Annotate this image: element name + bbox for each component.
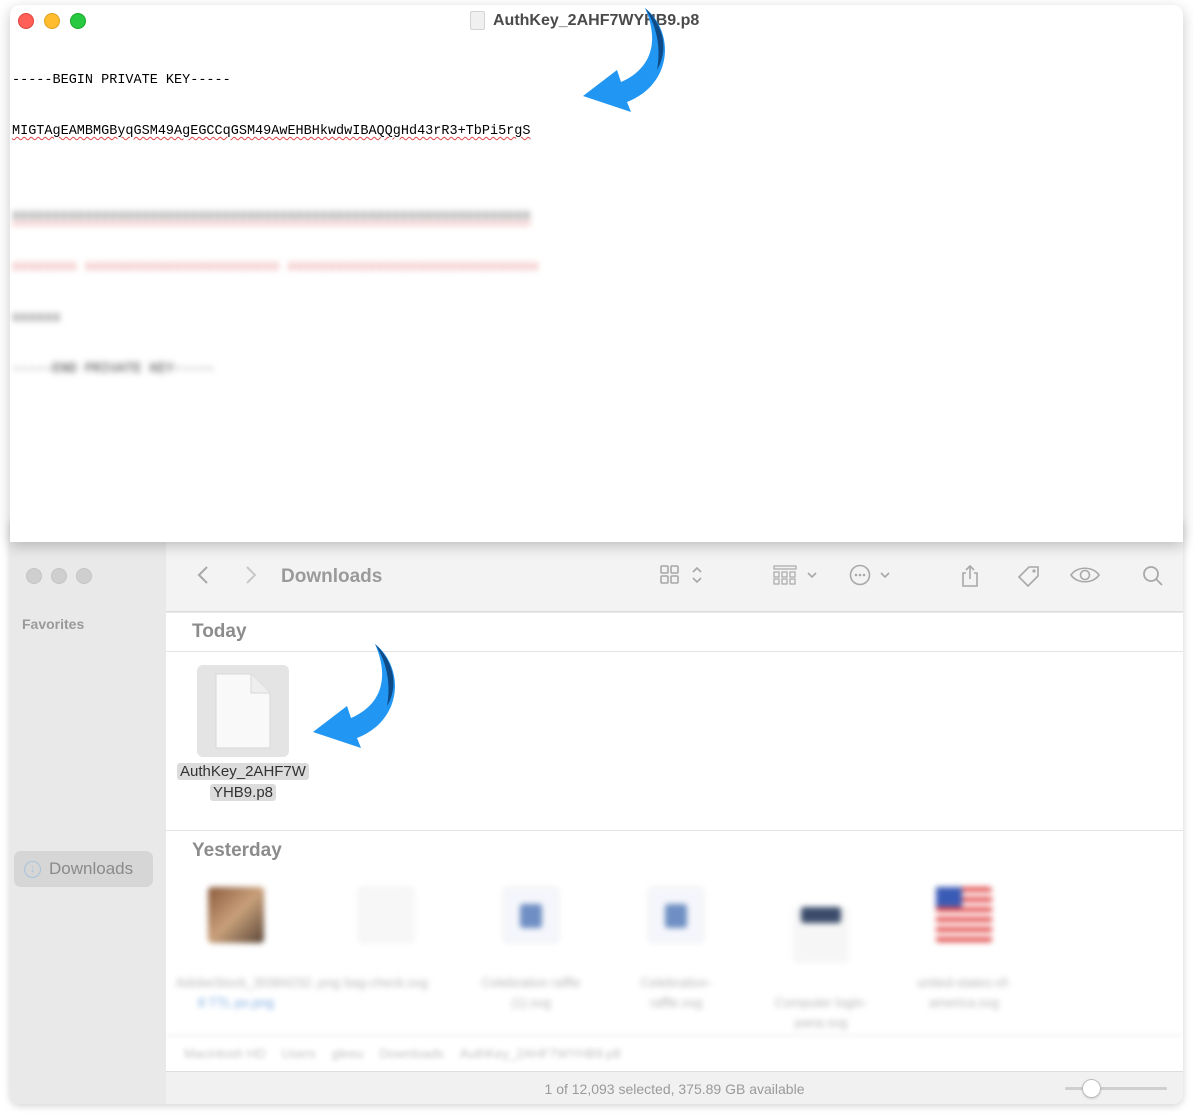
path-segment[interactable]: Users <box>282 1046 316 1061</box>
file-thumbnail <box>197 665 289 757</box>
view-mode-button[interactable] <box>660 564 704 586</box>
path-segment[interactable]: Downloads <box>379 1046 443 1061</box>
image-thumbnail <box>358 887 414 943</box>
curved-arrow-icon <box>583 8 665 112</box>
file-sub: pana.svg <box>794 1015 848 1030</box>
file-name: Celebration- <box>640 975 712 990</box>
finder-toolbar: Downloads <box>166 542 1183 612</box>
redacted-line: xxxxxxxxxxxxxxxxxxxxxxxxxxxxxxxxxxxxxxxx… <box>12 209 531 224</box>
file-name-line1: AuthKey_2AHF7W <box>177 763 309 780</box>
file-item[interactable]: Celebration raffle (1).svg <box>471 887 591 1013</box>
icon-grid-icon <box>660 565 702 584</box>
redacted-line: xxxxxxxx xxxxxxxxxxxxxxxxxxxxxxxx xxxxxx… <box>12 260 539 275</box>
slider-knob[interactable] <box>1081 1079 1101 1098</box>
status-bar: 1 of 12,093 selected, 375.89 GB availabl… <box>166 1071 1183 1104</box>
file-sub: america.svg <box>928 995 1000 1010</box>
status-text: 1 of 12,093 selected, 375.89 GB availabl… <box>544 1081 805 1097</box>
group-button[interactable] <box>773 564 821 586</box>
file-name-label: AuthKey_2AHF7W YHB9.p8 <box>173 761 313 803</box>
file-name: bag-check.svg <box>344 975 428 990</box>
file-name: Celebration raffle <box>481 975 581 990</box>
ellipsis-circle-icon <box>849 564 890 586</box>
zoom-button[interactable] <box>70 13 86 29</box>
favorites-heading: Favorites <box>22 616 85 632</box>
document-icon <box>470 11 485 30</box>
chevron-left-icon <box>197 566 208 584</box>
path-segment[interactable]: Macintosh HD <box>184 1046 266 1061</box>
tag-button[interactable] <box>1016 564 1042 588</box>
finder-close-button[interactable] <box>26 568 42 584</box>
redacted-line: xxxxxx <box>12 311 61 326</box>
finder-minimize-button[interactable] <box>51 568 67 584</box>
screenshot: Favorites ↓ Downloads Downloads Today Au… <box>0 0 1193 1114</box>
file-name: united-states-of- <box>917 975 1011 990</box>
icon-size-slider[interactable] <box>1065 1079 1167 1098</box>
image-thumbnail <box>793 907 849 963</box>
path-bar: Macintosh HD Users gleeu Downloads AuthK… <box>166 1035 1183 1071</box>
file-name: Computer login- <box>774 995 868 1010</box>
file-name-line2: YHB9.p8 <box>209 784 277 801</box>
back-button[interactable] <box>196 564 210 586</box>
folder-title: Downloads <box>281 566 383 587</box>
image-thumbnail <box>648 887 704 943</box>
section-today: Today <box>192 621 247 642</box>
file-item[interactable]: Computer login-pana.svg <box>761 887 881 1033</box>
image-thumbnail <box>503 887 559 943</box>
path-segment[interactable]: gleeu <box>332 1046 364 1061</box>
file-name: AdobeStock_30384232..png <box>176 975 341 990</box>
sidebar-item-label: Downloads <box>49 859 134 878</box>
quick-look-button[interactable] <box>1069 564 1101 586</box>
finder-window-controls <box>26 568 92 584</box>
share-icon <box>962 564 978 587</box>
key-footer-line: -----END PRIVATE KEY----- <box>12 362 215 377</box>
file-item[interactable]: united-states-of-america.svg <box>904 887 1024 1013</box>
editor-window-controls <box>18 13 86 29</box>
text-area[interactable]: -----BEGIN PRIVATE KEY----- MIGTAgEAMBMG… <box>12 38 539 446</box>
divider <box>166 612 1183 613</box>
divider <box>166 830 1183 831</box>
search-icon <box>1143 566 1163 586</box>
file-sub: 8 TTL px.png <box>198 995 274 1010</box>
share-button[interactable] <box>959 564 981 588</box>
flag-thumbnail <box>936 887 992 943</box>
file-item[interactable]: bag-check.svg <box>326 887 446 993</box>
path-segment[interactable]: AuthKey_2AHF7WYHB9.p8 <box>460 1046 621 1061</box>
document-icon <box>215 673 271 749</box>
download-arrow-icon: ↓ <box>24 860 41 878</box>
yesterday-file-grid: AdobeStock_30384232..png 8 TTL px.png bag… <box>176 887 1036 1030</box>
eye-icon <box>1070 567 1100 583</box>
finder-sidebar: Favorites ↓ Downloads <box>10 520 166 1104</box>
redacted-key-lines: xxxxxxxxxxxxxxxxxxxxxxxxxxxxxxxxxxxxxxxx… <box>12 174 539 412</box>
key-header-line: -----BEGIN PRIVATE KEY----- <box>12 73 231 88</box>
close-button[interactable] <box>18 13 34 29</box>
image-thumbnail <box>208 887 264 943</box>
file-item[interactable]: AdobeStock_30384232..png 8 TTL px.png <box>176 887 340 1013</box>
section-yesterday: Yesterday <box>192 840 282 861</box>
file-sub: raffle.svg <box>649 995 703 1010</box>
minimize-button[interactable] <box>44 13 60 29</box>
more-actions-button[interactable] <box>849 564 895 586</box>
curved-arrow-icon <box>313 644 395 748</box>
file-sub: (1).svg <box>511 995 551 1010</box>
key-body-line: MIGTAgEAMBMGByqGSM49AgEGCCqGSM49AwEHBHkw… <box>12 124 531 139</box>
finder-window: Favorites ↓ Downloads Downloads Today Au… <box>10 520 1183 1104</box>
file-item[interactable]: Celebration-raffle.svg <box>616 887 736 1013</box>
forward-button[interactable] <box>244 564 258 586</box>
chevron-right-icon <box>246 566 257 584</box>
finder-zoom-button[interactable] <box>76 568 92 584</box>
group-grid-icon <box>773 565 817 585</box>
search-button[interactable] <box>1141 564 1165 588</box>
sidebar-item-downloads[interactable]: ↓ Downloads <box>14 851 153 887</box>
tag-icon <box>1017 566 1039 588</box>
